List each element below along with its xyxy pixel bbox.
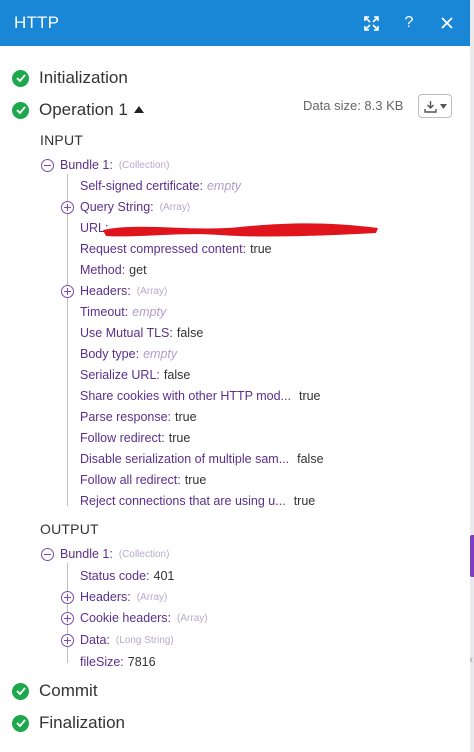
window-title: HTTP	[14, 13, 60, 32]
bundle-label: Bundle 1:	[60, 158, 113, 172]
help-icon[interactable]: ?	[400, 14, 418, 32]
bundle-type: (Collection)	[118, 159, 170, 171]
output-bundle: Bundle 1: (Collection)	[60, 547, 169, 561]
field-timeout: Timeout: empty	[80, 305, 167, 319]
field-file-size: fileSize: 7816	[80, 655, 156, 669]
expand-plus-icon[interactable]	[61, 634, 74, 647]
chevron-left-icon[interactable]: ‹	[469, 654, 473, 666]
step-label: Operation 1	[39, 100, 128, 119]
close-icon[interactable]	[438, 14, 456, 32]
redaction-mark	[103, 223, 378, 237]
check-circle-icon	[12, 714, 29, 732]
step-label: Initialization	[39, 68, 128, 87]
step-operation-1[interactable]: Operation 1	[12, 100, 144, 120]
download-icon	[423, 100, 437, 113]
field-use-mutual-tls: Use Mutual TLS: false	[80, 326, 204, 340]
check-circle-icon	[12, 101, 29, 119]
field-follow-all-redirect: Follow all redirect: true	[80, 473, 207, 487]
field-data[interactable]: Data: (Long String)	[80, 633, 174, 647]
expand-plus-icon[interactable]	[61, 285, 74, 298]
field-output-headers[interactable]: Headers: (Array)	[80, 590, 167, 604]
field-cookie-headers[interactable]: Cookie headers: (Array)	[80, 611, 208, 625]
expand-plus-icon[interactable]	[61, 612, 74, 625]
field-method: Method: get	[80, 263, 147, 277]
title-bar: HTTP ?	[0, 0, 470, 46]
step-label: Finalization	[39, 713, 125, 732]
input-bundle: Bundle 1: (Collection)	[60, 158, 169, 172]
field-reject-connections: Reject connections that are using u... t…	[80, 494, 316, 508]
chevron-down-icon	[439, 103, 447, 109]
input-heading: INPUT	[40, 132, 83, 148]
download-button[interactable]	[418, 94, 452, 118]
field-follow-redirect: Follow redirect: true	[80, 431, 191, 445]
field-serialize-url: Serialize URL: false	[80, 368, 191, 382]
expand-plus-icon[interactable]	[61, 591, 74, 604]
field-self-signed-certificate: Self-signed certificate: empty	[80, 179, 242, 193]
step-finalization[interactable]: Finalization	[12, 713, 125, 733]
check-circle-icon	[12, 682, 29, 700]
field-headers[interactable]: Headers: (Array)	[80, 284, 167, 298]
step-label: Commit	[39, 681, 98, 700]
output-heading: OUTPUT	[40, 521, 99, 537]
tree-line	[67, 174, 68, 506]
expand-plus-icon[interactable]	[61, 201, 74, 214]
caret-up-icon[interactable]	[133, 105, 144, 113]
bundle-label: Bundle 1:	[60, 547, 113, 561]
step-initialization[interactable]: Initialization	[12, 68, 128, 88]
expand-icon[interactable]	[362, 14, 380, 32]
field-request-compressed-content: Request compressed content: true	[80, 242, 272, 256]
field-query-string[interactable]: Query String: (Array)	[80, 200, 190, 214]
check-circle-icon	[12, 69, 29, 87]
field-parse-response: Parse response: true	[80, 410, 197, 424]
field-status-code: Status code: 401	[80, 569, 175, 583]
collapse-icon[interactable]	[41, 548, 54, 561]
field-disable-serialization: Disable serialization of multiple sam...…	[80, 452, 324, 466]
side-tab-handle[interactable]	[470, 535, 474, 577]
title-actions: ?	[362, 0, 456, 46]
bundle-type: (Collection)	[118, 548, 170, 560]
collapse-icon[interactable]	[41, 159, 54, 172]
right-edge-panel	[470, 0, 474, 752]
data-size: Data size: 8.3 KB	[303, 98, 404, 113]
field-body-type: Body type: empty	[80, 347, 178, 361]
field-share-cookies: Share cookies with other HTTP mod... tru…	[80, 389, 321, 403]
step-commit[interactable]: Commit	[12, 681, 98, 701]
